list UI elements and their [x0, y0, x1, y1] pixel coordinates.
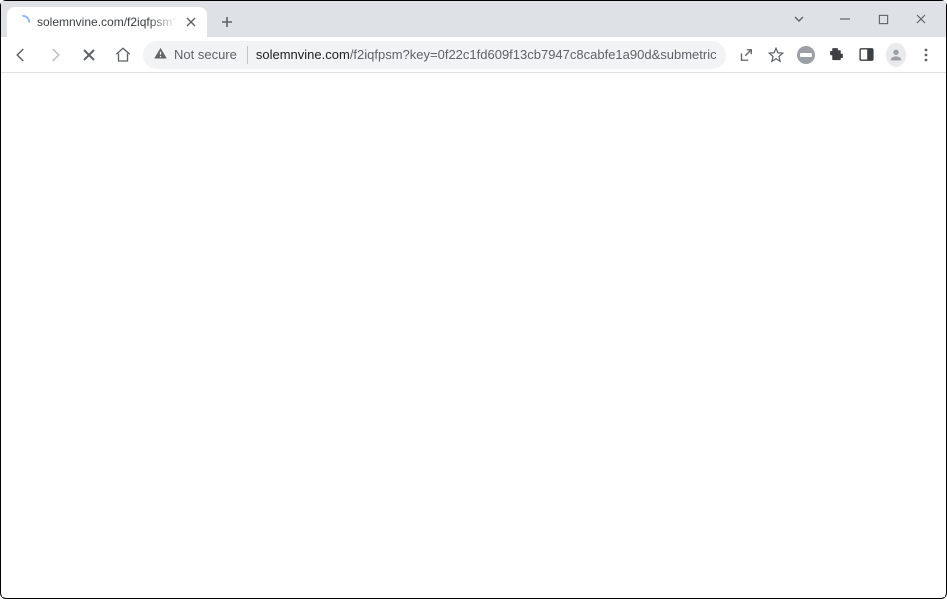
- nav-back-button[interactable]: [7, 41, 35, 69]
- tab-title: solemnvine.com/f2iqfpsm?key=0: [37, 15, 177, 29]
- security-chip[interactable]: Not secure: [153, 46, 248, 64]
- toolbar-right: [732, 45, 940, 65]
- window-close-icon[interactable]: [914, 12, 928, 26]
- share-icon[interactable]: [736, 45, 756, 65]
- bookmark-icon[interactable]: [766, 45, 786, 65]
- url-domain: solemnvine.com: [256, 47, 350, 62]
- tab-close-icon[interactable]: [183, 14, 199, 30]
- nav-home-button[interactable]: [109, 41, 137, 69]
- security-label: Not secure: [174, 47, 237, 62]
- tab-search-icon[interactable]: [792, 12, 806, 26]
- user-icon: [888, 47, 904, 63]
- new-tab-button[interactable]: [213, 8, 241, 36]
- window-minimize-icon[interactable]: [838, 12, 852, 26]
- side-panel-icon[interactable]: [856, 45, 876, 65]
- nav-forward-button: [41, 41, 69, 69]
- warning-icon: [153, 46, 168, 64]
- address-bar[interactable]: Not secure solemnvine.com/f2iqfpsm?key=0…: [143, 41, 726, 69]
- url-path: /f2iqfpsm?key=0f22c1fd609f13cb7947c8cabf…: [350, 47, 716, 62]
- profile-button[interactable]: [886, 45, 906, 65]
- window-maximize-icon[interactable]: [876, 12, 890, 26]
- loading-spinner-icon: [15, 14, 31, 30]
- titlebar: solemnvine.com/f2iqfpsm?key=0: [1, 1, 946, 37]
- menu-icon[interactable]: [916, 45, 936, 65]
- url-text: solemnvine.com/f2iqfpsm?key=0f22c1fd609f…: [256, 47, 716, 62]
- window-controls: [792, 1, 942, 37]
- browser-tab[interactable]: solemnvine.com/f2iqfpsm?key=0: [7, 7, 207, 37]
- toolbar: Not secure solemnvine.com/f2iqfpsm?key=0…: [1, 37, 946, 73]
- page-viewport: [2, 73, 945, 597]
- nav-stop-button[interactable]: [75, 41, 103, 69]
- extensions-icon[interactable]: [826, 45, 846, 65]
- extension-blocked-icon[interactable]: [796, 45, 816, 65]
